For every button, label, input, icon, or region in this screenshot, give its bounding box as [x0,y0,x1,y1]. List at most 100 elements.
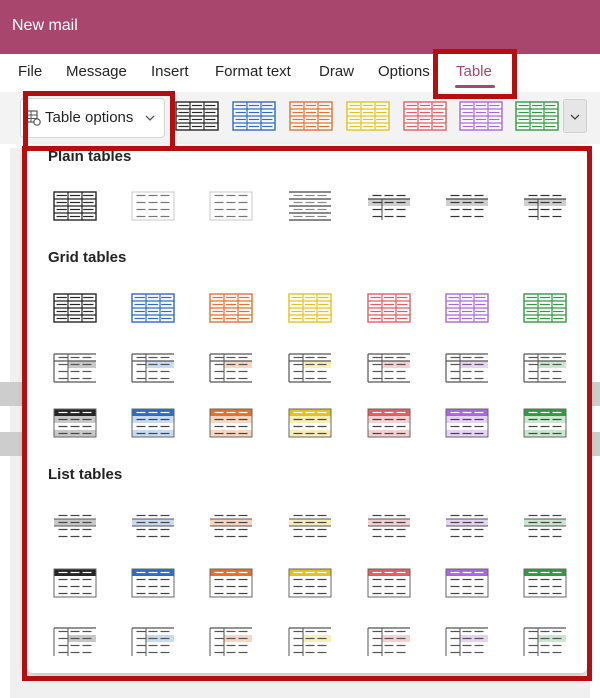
table-style-option[interactable] [128,565,182,601]
table-style-option[interactable] [50,188,104,224]
gallery-table-style-item[interactable] [343,100,393,134]
tab-message[interactable]: Message [66,63,127,80]
table-style-option[interactable] [206,565,260,601]
table-style-icon [53,293,97,323]
table-style-icon [403,101,447,131]
table-style-option[interactable] [520,565,574,601]
table-style-option[interactable] [206,350,260,386]
tab-options[interactable]: Options [378,63,430,80]
table-style-option[interactable] [520,508,574,544]
background-row [588,382,600,406]
gallery-table-style-item[interactable] [286,100,336,134]
table-style-icon [53,353,96,383]
table-style-option[interactable] [520,405,574,441]
table-style-option[interactable] [206,405,260,441]
table-style-option[interactable] [520,290,574,326]
tab-file[interactable]: File [18,63,42,80]
gallery-table-style-item[interactable] [172,100,222,134]
table-style-option[interactable] [128,350,182,386]
table-style-option[interactable] [128,508,182,544]
active-tab-indicator [455,85,495,88]
table-style-option[interactable] [285,624,339,660]
table-style-icon [367,627,410,656]
table-options-button[interactable]: Table options [20,98,165,138]
table-style-option[interactable] [442,624,496,660]
table-style-option[interactable] [364,508,418,544]
table-style-option[interactable] [285,350,339,386]
table-style-option[interactable] [442,508,496,544]
table-style-option[interactable] [50,290,104,326]
table-style-icon [288,568,332,598]
table-style-option[interactable] [442,188,496,224]
table-style-icon [367,568,411,598]
table-style-option[interactable] [364,290,418,326]
table-style-icon [209,627,252,656]
tab-table[interactable]: Table [456,63,492,80]
table-style-option[interactable] [364,188,418,224]
table-style-option[interactable] [364,624,418,660]
table-style-icon [368,514,410,538]
table-style-option[interactable] [520,188,574,224]
gallery-table-style-item[interactable] [456,100,506,134]
table-style-option[interactable] [128,188,182,224]
table-style-option[interactable] [364,350,418,386]
table-style-option[interactable] [520,624,574,660]
table-style-option[interactable] [364,405,418,441]
table-style-icon [53,191,97,221]
title-bar: New mail [0,0,600,54]
table-style-icon [53,408,97,438]
tab-format-text[interactable]: Format text [215,63,291,80]
tab-insert[interactable]: Insert [151,63,189,80]
table-style-option[interactable] [442,290,496,326]
table-style-option[interactable] [285,290,339,326]
window-title: New mail [12,17,78,34]
table-style-icon [288,408,332,438]
gallery-expand-button[interactable] [563,99,587,133]
table-style-icon [445,408,489,438]
table-style-icon [367,353,410,383]
table-style-option[interactable] [285,188,339,224]
table-style-option[interactable] [442,565,496,601]
table-style-icon [54,514,96,538]
table-style-icon [131,627,174,656]
gallery-table-style-item[interactable] [512,100,562,134]
table-style-option[interactable] [206,188,260,224]
table-style-option[interactable] [50,565,104,601]
table-style-option[interactable] [50,624,104,660]
table-style-icon [210,514,252,538]
background-row [0,432,28,456]
table-style-icon [132,514,174,538]
background-row [588,432,600,456]
table-style-icon [232,101,276,131]
table-style-icon [131,408,175,438]
table-style-icon [209,408,253,438]
table-style-option[interactable] [364,565,418,601]
table-style-option[interactable] [285,565,339,601]
ribbon-tabs: File Message Insert Format text Draw Opt… [0,54,600,92]
table-style-option[interactable] [206,290,260,326]
chevron-down-icon [145,115,155,121]
table-style-option[interactable] [442,350,496,386]
table-style-option[interactable] [128,290,182,326]
tab-draw[interactable]: Draw [319,63,354,80]
table-style-option[interactable] [128,405,182,441]
table-style-option[interactable] [50,508,104,544]
table-style-option[interactable] [206,624,260,660]
table-style-option[interactable] [206,508,260,544]
table-style-option[interactable] [50,405,104,441]
table-style-option[interactable] [520,350,574,386]
table-style-icon [368,194,410,220]
gallery-table-style-item[interactable] [400,100,450,134]
table-style-icon [288,627,331,656]
table-style-icon [346,101,390,131]
table-style-option[interactable] [285,508,339,544]
table-style-icon [131,353,174,383]
table-style-option[interactable] [128,624,182,660]
table-style-option[interactable] [442,405,496,441]
table-style-icon [175,101,219,131]
table-style-icon [445,353,488,383]
gallery-table-style-item[interactable] [229,100,279,134]
table-style-option[interactable] [285,405,339,441]
table-style-option[interactable] [50,350,104,386]
section-title-list-tables: List tables [48,466,123,483]
